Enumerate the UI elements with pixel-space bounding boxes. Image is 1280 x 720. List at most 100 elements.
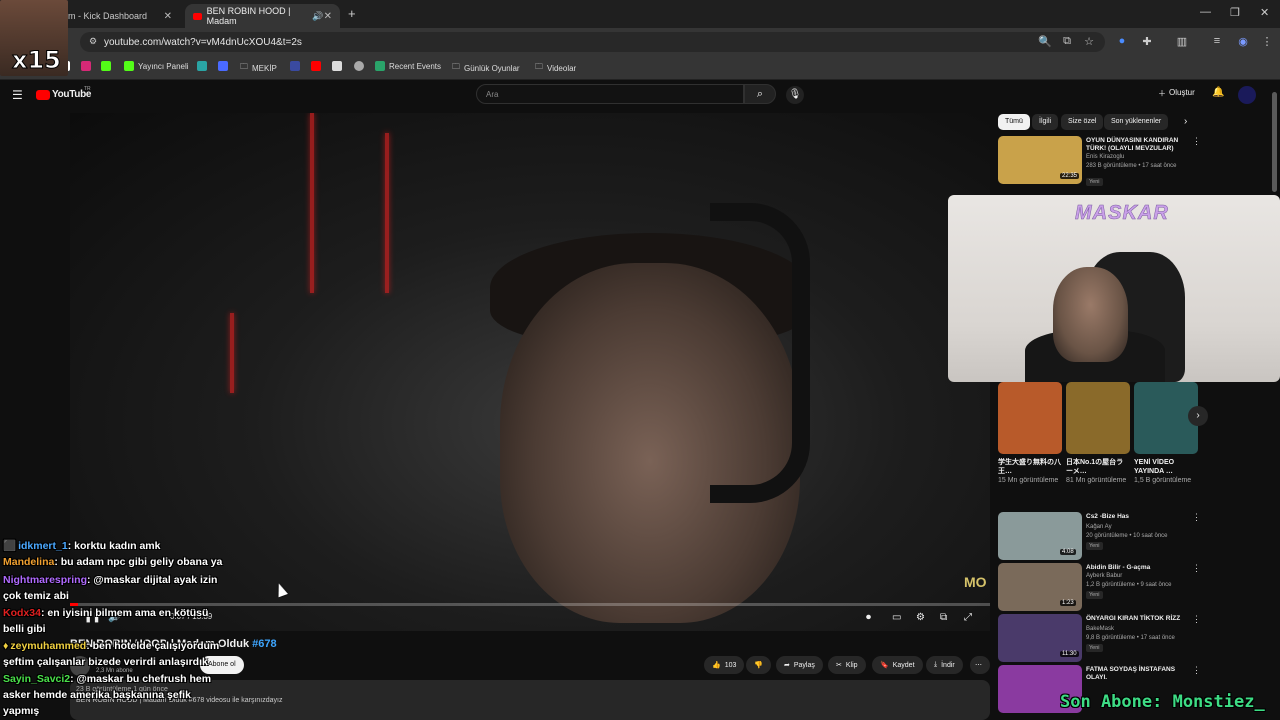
profile-avatar-icon[interactable]: ◉ [1236,35,1250,48]
clip-button[interactable]: ✂ Klip [828,656,866,674]
duration-badge: 22:35 [1060,173,1080,179]
rec-title[interactable]: Abidin Bilir - G-açma [1086,564,1186,572]
share-button[interactable]: ➦ Paylaş [776,656,823,674]
like-button[interactable]: 👍 103 [704,656,745,674]
bookmark-gunluk-oyunlar[interactable]: 🗀 Günlük Oyunlar [452,61,520,75]
tab-close-icon[interactable]: ✕ [164,11,172,22]
minimize-icon[interactable]: — [1200,6,1211,18]
chat-text: asker hemde amerika başkanına şefik [3,689,191,701]
duration-badge: 11:30 [1060,651,1079,657]
bookmark-image-icon[interactable] [332,61,342,71]
short-title[interactable]: 学生大盛り無料の八王… [998,458,1062,476]
download-button[interactable]: ⤓ İndir [926,656,963,674]
more-vert-icon[interactable]: ⋮ [1192,665,1201,676]
short-title[interactable]: YENİ VİDEO YAYINDA … [1134,458,1198,476]
search-input[interactable]: Ara [476,84,744,104]
chip-all[interactable]: Tümü [998,114,1030,130]
bookmark-star-icon[interactable]: ☆ [1082,35,1096,48]
rec-title[interactable]: OYUN DÜNYASINI KANDIRAN TÜRK! (OLAYLI ME… [1086,137,1186,153]
fullscreen-icon[interactable]: ⤢ [964,612,972,623]
zoom-icon[interactable]: 🔍 [1038,35,1052,48]
tab-close-icon[interactable]: ✕ [324,11,332,22]
rec-channel[interactable]: Kağan Ay [1086,524,1112,530]
bookmark-videolar[interactable]: 🗀 Videolar [535,61,576,75]
chip-related[interactable]: İlgili [1032,114,1059,130]
more-actions-button[interactable]: ⋯ [970,656,990,674]
tab-youtube-video[interactable]: BEN ROBIN HOOD | Madam 🔊 ✕ [185,4,340,28]
bookmark-icon-2[interactable] [218,61,228,71]
dislike-button[interactable]: 👎 [746,656,771,674]
bookmark-icon-3[interactable] [290,61,300,71]
rec-title[interactable]: FATMA SOYDAŞ İNSTAFANS OLAYI. [1086,666,1186,682]
avatar[interactable] [1238,86,1256,104]
cast-icon[interactable]: ⧉ [1060,35,1074,48]
short-thumbnail[interactable] [998,382,1062,454]
reading-list-icon[interactable]: ≡ [1210,35,1224,47]
chips-next-icon[interactable]: › [1184,116,1187,127]
short-thumbnail[interactable] [1066,382,1130,454]
bookmark-icon-4[interactable] [354,61,364,71]
youtube-logo-icon[interactable] [36,90,50,100]
miniplayer-icon[interactable]: ⧉ [940,612,947,623]
autoplay-icon[interactable]: ⏺ [866,612,871,623]
side-panel-icon[interactable]: ▥ [1175,35,1189,48]
chat-message: Kodx34: en iyisini bilmem ama en kötüsü [3,607,208,619]
notifications-bell-icon[interactable]: 🔔 [1212,87,1224,98]
new-tab-button[interactable]: + [348,6,356,21]
more-vert-icon[interactable]: ⋮ [1192,136,1201,147]
rec-channel[interactable]: Enis Kirazoglu [1086,154,1124,160]
list-item[interactable]: 1:23 Abidin Bilir - G-açma Ayberk Babur … [998,563,1268,611]
scrollbar[interactable] [1272,92,1277,192]
tab-kick-dashboard[interactable]: m - Kick Dashboard ✕ [60,4,180,28]
rec-channel[interactable]: BakeMask [1086,626,1114,632]
save-button[interactable]: 🔖 Kaydet [872,656,923,674]
webcam-subject [1053,267,1128,362]
speaker-icon[interactable]: 🔊 [312,11,323,22]
settings-gear-icon[interactable]: ⚙ [916,612,925,623]
address-bar[interactable]: youtube.com/watch?v=vM4dnUcXOU4&t=2s [80,32,1105,52]
chip-for-you[interactable]: Size özel [1061,114,1104,130]
more-vert-icon[interactable]: ⋮ [1192,512,1201,523]
short-item[interactable]: 学生大盛り無料の八王… 15 Mn görüntüleme [998,382,1062,485]
short-title[interactable]: 日本No.1の屋台ラーメ… [1066,458,1130,476]
subtitles-icon[interactable]: ▭ [892,612,901,623]
shorts-next-icon[interactable]: › [1188,406,1208,426]
close-window-icon[interactable]: ✕ [1260,6,1269,19]
bookmark-icon-1[interactable] [197,61,207,71]
rec-title[interactable]: ÖNYARGI KIRAN TİKTOK RİZZ [1086,615,1186,623]
bookmark-mekip[interactable]: 🗀 MEKİP [240,61,277,75]
video-player[interactable] [70,113,990,631]
bookmark-yayinci-paneli[interactable]: Yayıncı Paneli [124,61,189,71]
search-icon: ⌕ [756,88,764,100]
chip-recent[interactable]: Son yüklenenler [1104,114,1169,130]
bookmark-kick-icon[interactable] [101,61,111,71]
extension-icon[interactable]: ● [1115,35,1129,47]
rec-channel[interactable]: Ayberk Babur [1086,573,1122,579]
list-item[interactable]: 11:30 ÖNYARGI KIRAN TİKTOK RİZZ BakeMask… [998,614,1268,662]
list-item[interactable]: 22:35 OYUN DÜNYASINI KANDIRAN TÜRK! (OLA… [998,136,1268,186]
more-vert-icon[interactable]: ⋮ [1192,563,1201,574]
search-button[interactable]: ⌕ [744,84,776,104]
bookmark-instagram-icon[interactable] [81,61,91,71]
chat-text: : @maskar bu chefrush hem [70,673,212,685]
new-badge: Yeni [1086,591,1103,599]
bookmark-label: Yayıncı Paneli [138,61,189,71]
create-button[interactable]: ＋ Oluştur [1158,88,1195,99]
short-item[interactable]: 日本No.1の屋台ラーメ… 81 Mn görüntüleme [1066,382,1130,485]
rec-title[interactable]: Cs2 -Bize Has [1086,513,1186,521]
video-hashtag[interactable]: #678 [252,638,276,650]
list-item[interactable]: 4:08 Cs2 -Bize Has Kağan Ay 20 görüntüle… [998,512,1268,560]
bookmark-recent-events[interactable]: Recent Events [375,61,441,71]
bookmark-youtube-icon[interactable] [311,61,321,71]
extensions-puzzle-icon[interactable]: ✚ [1140,35,1154,48]
more-vert-icon[interactable]: ⋮ [1192,614,1201,625]
restore-icon[interactable]: ❐ [1230,6,1240,19]
progress-bar[interactable] [70,603,990,606]
voice-search-icon[interactable]: 🎙 [786,86,804,104]
last-subscriber-ticker: Son Abone: Monstiez_ [1060,692,1265,712]
chrome-menu-icon[interactable]: ⋮ [1260,35,1274,48]
site-info-icon[interactable]: ⚙ [86,36,100,47]
clip-label: Klip [845,661,858,669]
short-item[interactable]: YENİ VİDEO YAYINDA … 1,5 B görüntüleme [1134,382,1198,485]
hamburger-menu-icon[interactable]: ☰ [12,88,23,102]
